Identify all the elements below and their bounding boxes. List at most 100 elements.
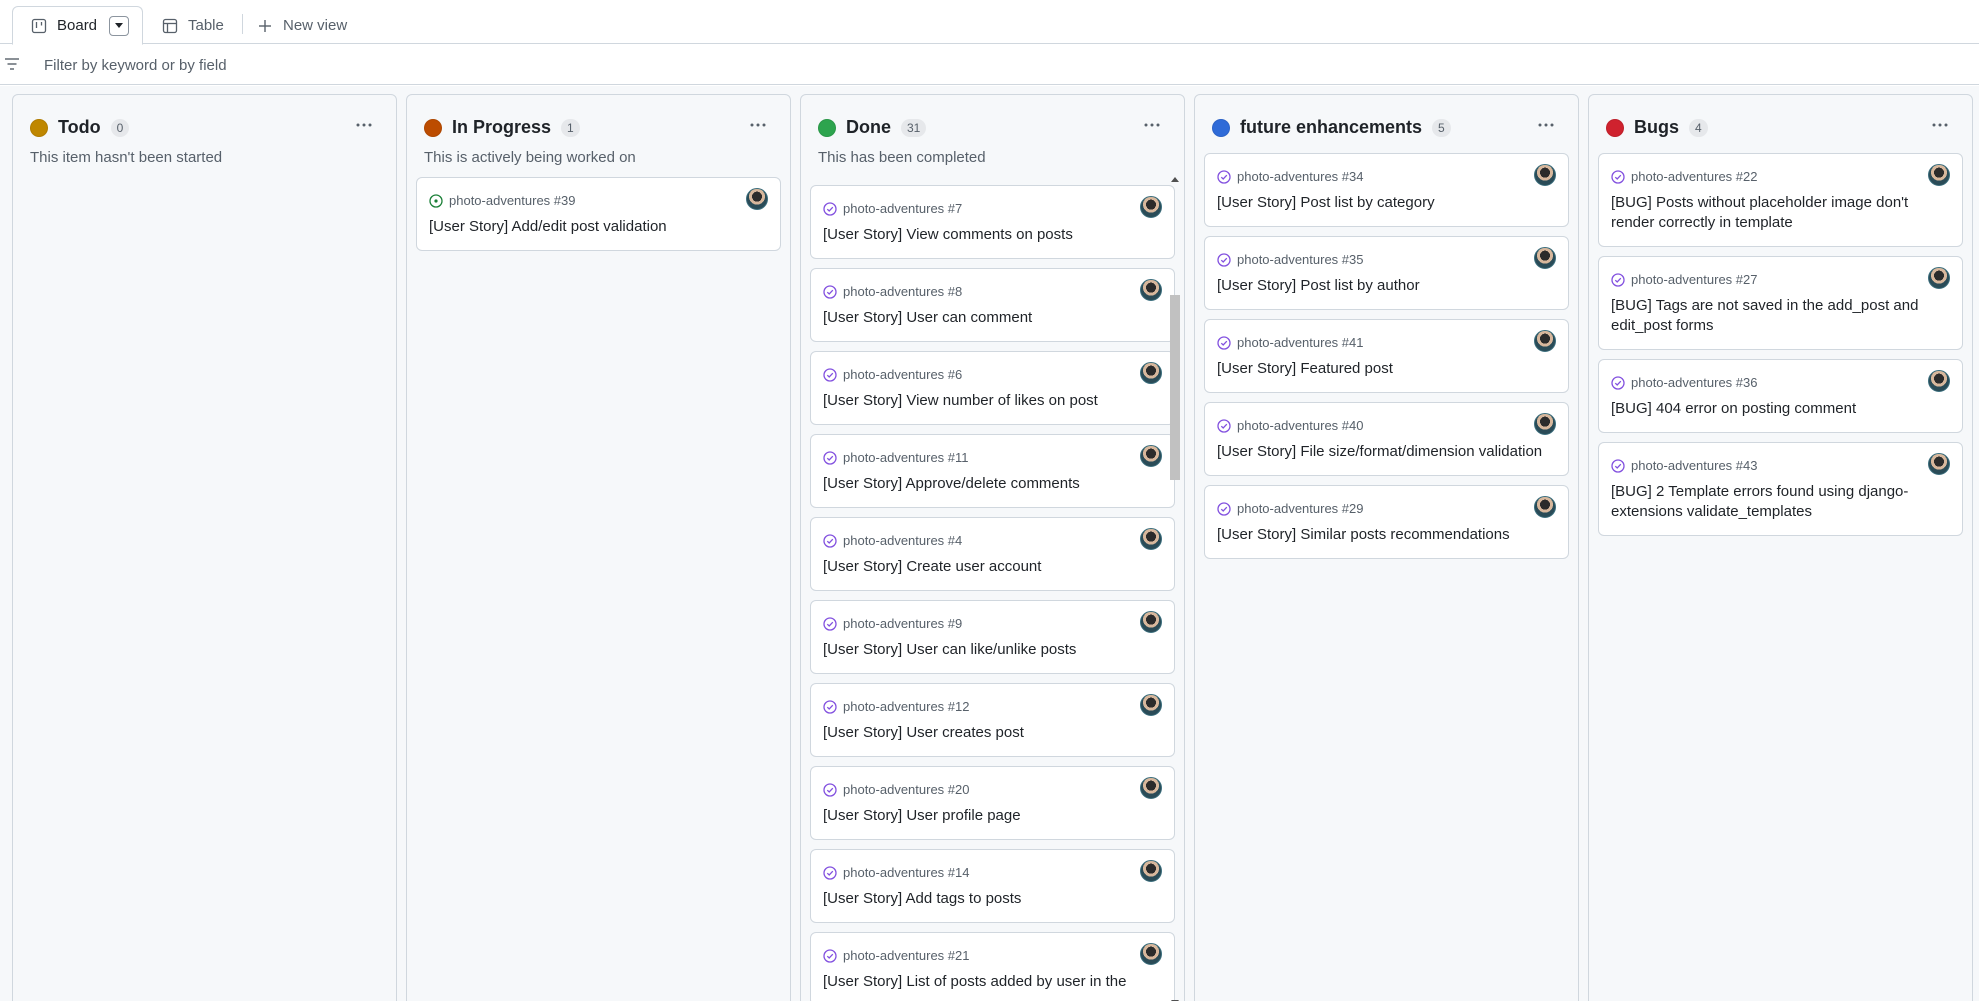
issue-card[interactable]: photo-adventures #22 [BUG] Posts without … xyxy=(1598,153,1963,247)
column-scrollbar[interactable] xyxy=(1168,175,1182,1001)
column-title: In Progress xyxy=(452,117,552,137)
assignee-avatar[interactable] xyxy=(1928,370,1950,392)
issue-title[interactable]: [User Story] Add/edit post validation xyxy=(429,217,766,237)
issue-card[interactable]: photo-adventures #20 [User Story] User pr… xyxy=(810,766,1175,840)
assignee-avatar[interactable] xyxy=(1928,267,1950,289)
assignee-avatar[interactable] xyxy=(1140,445,1162,467)
issue-title[interactable]: [User Story] Post list by author xyxy=(1217,276,1554,296)
column-count: 1 xyxy=(561,118,580,137)
issue-title[interactable]: [User Story] User can comment xyxy=(823,308,1160,328)
issue-card[interactable]: photo-adventures #4 [User Story] Create u… xyxy=(810,517,1175,591)
issue-ref-text[interactable]: photo-adventures #4 xyxy=(843,533,962,548)
assignee-avatar[interactable] xyxy=(1534,413,1556,435)
assignee-avatar[interactable] xyxy=(1534,330,1556,352)
assignee-avatar[interactable] xyxy=(1928,164,1950,186)
tab-table[interactable]: Table xyxy=(162,6,224,45)
issue-ref-text[interactable]: photo-adventures #11 xyxy=(843,450,969,465)
issue-title[interactable]: [User Story] User creates post xyxy=(823,723,1160,743)
issue-card[interactable]: photo-adventures #21 [User Story] List of… xyxy=(810,932,1175,1001)
issue-ref-text[interactable]: photo-adventures #21 xyxy=(843,948,969,963)
view-options-dropdown[interactable] xyxy=(109,15,130,36)
column-description: This item hasn't been started xyxy=(30,149,223,166)
issue-title[interactable]: [User Story] Add tags to posts xyxy=(823,889,1160,909)
issue-title[interactable]: [User Story] User profile page xyxy=(823,806,1160,826)
issue-card[interactable]: photo-adventures #43 [BUG] 2 Template err… xyxy=(1598,442,1963,536)
issue-ref-text[interactable]: photo-adventures #7 xyxy=(843,201,962,216)
issue-title[interactable]: [User Story] Create user account xyxy=(823,557,1160,577)
issue-ref-text[interactable]: photo-adventures #6 xyxy=(843,367,962,382)
scroll-up-arrow[interactable] xyxy=(1171,177,1179,182)
column-menu-button[interactable] xyxy=(746,113,770,137)
issue-title[interactable]: [BUG] Tags are not saved in the add_post… xyxy=(1611,296,1948,336)
issue-title[interactable]: [BUG] 404 error on posting comment xyxy=(1611,399,1948,419)
assignee-avatar[interactable] xyxy=(1140,777,1162,799)
assignee-avatar[interactable] xyxy=(1140,611,1162,633)
issue-title[interactable]: [User Story] View number of likes on pos… xyxy=(823,391,1160,411)
issue-ref-text[interactable]: photo-adventures #34 xyxy=(1237,169,1363,184)
assignee-avatar[interactable] xyxy=(1928,453,1950,475)
issue-ref-text[interactable]: photo-adventures #9 xyxy=(843,616,962,631)
assignee-avatar[interactable] xyxy=(1140,694,1162,716)
column-menu-button[interactable] xyxy=(1928,113,1952,137)
issue-title[interactable]: [User Story] Featured post xyxy=(1217,359,1554,379)
assignee-avatar[interactable] xyxy=(1140,279,1162,301)
issue-ref-text[interactable]: photo-adventures #12 xyxy=(843,699,969,714)
issue-card[interactable]: photo-adventures #39 [User Story] Add/edi… xyxy=(416,177,781,251)
assignee-avatar[interactable] xyxy=(1140,943,1162,965)
filter-bar xyxy=(0,45,1979,85)
issue-title[interactable]: [User Story] List of posts added by user… xyxy=(823,972,1160,992)
issue-card[interactable]: photo-adventures #29 [User Story] Similar… xyxy=(1204,485,1569,559)
issue-card[interactable]: photo-adventures #36 [BUG] 404 error on p… xyxy=(1598,359,1963,433)
scroll-thumb[interactable] xyxy=(1170,295,1180,480)
issue-card[interactable]: photo-adventures #41 [User Story] Feature… xyxy=(1204,319,1569,393)
assignee-avatar[interactable] xyxy=(1534,496,1556,518)
issue-ref-text[interactable]: photo-adventures #27 xyxy=(1631,272,1757,287)
issue-card[interactable]: photo-adventures #9 [User Story] User can… xyxy=(810,600,1175,674)
issue-title[interactable]: [BUG] Posts without placeholder image do… xyxy=(1611,193,1948,233)
assignee-avatar[interactable] xyxy=(1140,196,1162,218)
issue-ref-text[interactable]: photo-adventures #36 xyxy=(1631,375,1757,390)
column-menu-button[interactable] xyxy=(1140,113,1164,137)
issue-ref-text[interactable]: photo-adventures #40 xyxy=(1237,418,1363,433)
issue-ref-text[interactable]: photo-adventures #22 xyxy=(1631,169,1757,184)
issue-card[interactable]: photo-adventures #34 [User Story] Post li… xyxy=(1204,153,1569,227)
issue-card[interactable]: photo-adventures #35 [User Story] Post li… xyxy=(1204,236,1569,310)
assignee-avatar[interactable] xyxy=(746,188,768,210)
new-view-button[interactable]: New view xyxy=(257,6,347,45)
issue-title[interactable]: [User Story] Similar posts recommendatio… xyxy=(1217,525,1554,545)
issue-ref-text[interactable]: photo-adventures #29 xyxy=(1237,501,1363,516)
issue-card[interactable]: photo-adventures #11 [User Story] Approve… xyxy=(810,434,1175,508)
assignee-avatar[interactable] xyxy=(1140,860,1162,882)
issue-card[interactable]: photo-adventures #8 [User Story] User can… xyxy=(810,268,1175,342)
issue-title[interactable]: [User Story] View comments on posts xyxy=(823,225,1160,245)
issue-ref-text[interactable]: photo-adventures #8 xyxy=(843,284,962,299)
issue-title[interactable]: [User Story] Post list by category xyxy=(1217,193,1554,213)
issue-card[interactable]: photo-adventures #40 [User Story] File si… xyxy=(1204,402,1569,476)
filter-input[interactable] xyxy=(44,54,644,76)
column-menu-button[interactable] xyxy=(352,113,376,137)
issue-ref-text[interactable]: photo-adventures #20 xyxy=(843,782,969,797)
issue-card[interactable]: photo-adventures #12 [User Story] User cr… xyxy=(810,683,1175,757)
tab-board[interactable]: Board xyxy=(12,6,143,45)
issue-ref-text[interactable]: photo-adventures #39 xyxy=(449,193,575,208)
assignee-avatar[interactable] xyxy=(1534,247,1556,269)
issue-ref-text[interactable]: photo-adventures #43 xyxy=(1631,458,1757,473)
assignee-avatar[interactable] xyxy=(1140,362,1162,384)
issue-title[interactable]: [User Story] User can like/unlike posts xyxy=(823,640,1160,660)
assignee-avatar[interactable] xyxy=(1534,164,1556,186)
issue-ref-text[interactable]: photo-adventures #14 xyxy=(843,865,969,880)
issue-ref-text[interactable]: photo-adventures #35 xyxy=(1237,252,1363,267)
column-in-progress: In Progress 1 This is actively being wor… xyxy=(406,94,791,1001)
issue-card[interactable]: photo-adventures #6 [User Story] View num… xyxy=(810,351,1175,425)
issue-card[interactable]: photo-adventures #7 [User Story] View com… xyxy=(810,185,1175,259)
issue-title[interactable]: [BUG] 2 Template errors found using djan… xyxy=(1611,482,1948,522)
column-header: Bugs 4 xyxy=(1606,117,1708,138)
issue-title[interactable]: [User Story] Approve/delete comments xyxy=(823,474,1160,494)
assignee-avatar[interactable] xyxy=(1140,528,1162,550)
issue-ref-text[interactable]: photo-adventures #41 xyxy=(1237,335,1363,350)
column-count: 5 xyxy=(1432,118,1451,137)
issue-card[interactable]: photo-adventures #14 [User Story] Add tag… xyxy=(810,849,1175,923)
issue-card[interactable]: photo-adventures #27 [BUG] Tags are not s… xyxy=(1598,256,1963,350)
column-menu-button[interactable] xyxy=(1534,113,1558,137)
issue-title[interactable]: [User Story] File size/format/dimension … xyxy=(1217,442,1554,462)
